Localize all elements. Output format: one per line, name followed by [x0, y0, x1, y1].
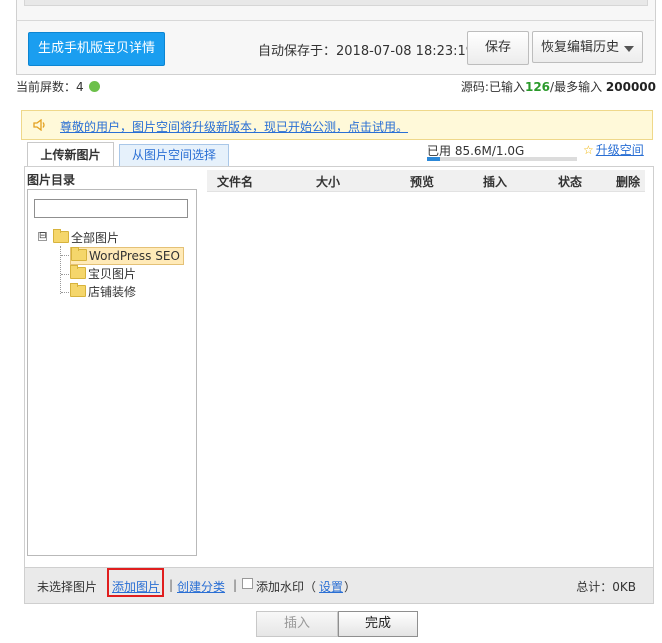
column-preview: 预览	[410, 175, 435, 189]
directory-title: 图片目录	[27, 173, 76, 187]
column-delete: 删除	[616, 175, 641, 189]
tree-item-all-images[interactable]: 全部图片	[53, 229, 120, 246]
done-button[interactable]: 完成	[338, 611, 418, 637]
editor-scroll-strip	[24, 0, 648, 6]
check-circle-icon	[89, 81, 101, 92]
source-mid: /最多输入	[550, 80, 606, 94]
tab-upload-new[interactable]: 上传新图片	[27, 142, 114, 167]
column-insert: 插入	[483, 175, 508, 189]
storage-usage-bar	[427, 157, 577, 161]
tree-connector	[61, 255, 69, 257]
speaker-icon	[33, 119, 45, 131]
screen-count-value: 4	[76, 80, 84, 94]
tree-connector	[61, 292, 69, 294]
folder-icon	[53, 229, 69, 243]
separator: |	[233, 578, 238, 592]
folder-icon	[71, 247, 87, 261]
tree-item-label: WordPress SEO	[89, 249, 180, 263]
editor-divider	[16, 20, 654, 21]
total-size: 总计：0KB	[576, 580, 636, 594]
screen-count: 当前屏数：4	[16, 78, 101, 95]
star-icon: ☆	[583, 143, 594, 157]
tree-connector	[61, 274, 69, 276]
column-status: 状态	[558, 175, 583, 189]
autosave-status: 自动保存于：2018-07-08 18:23:19	[258, 44, 475, 59]
tree-item-label: 全部图片	[71, 231, 120, 245]
source-prefix: 源码:已输入	[460, 80, 525, 94]
save-button[interactable]: 保存	[467, 31, 529, 65]
tree-item-wordpress-seo[interactable]: WordPress SEO	[70, 247, 184, 265]
directory-search-input[interactable]	[34, 199, 188, 218]
restore-history-label: 恢复编辑历史	[541, 40, 620, 55]
add-image-link[interactable]: 添加图片	[112, 578, 160, 595]
generate-mobile-detail-button[interactable]: 生成手机版宝贝详情	[28, 32, 165, 66]
tree-collapse-toggle[interactable]: ⊟	[38, 232, 47, 241]
watermark-paren: ）	[344, 580, 357, 594]
tree-item-label: 宝贝图片	[88, 267, 137, 281]
folder-icon	[70, 265, 86, 279]
insert-button[interactable]: 插入	[256, 611, 338, 637]
column-size: 大小	[316, 175, 341, 189]
notice-link[interactable]: 尊敬的用户，图片空间将升级新版本，现已开始公测，点击试用。	[60, 118, 408, 135]
restore-history-dropdown[interactable]: 恢复编辑历史	[532, 31, 643, 63]
screen-count-label: 当前屏数：	[16, 80, 77, 94]
tab-from-space[interactable]: 从图片空间选择	[119, 144, 229, 166]
tree-item-product-images[interactable]: 宝贝图片	[70, 265, 137, 282]
watermark-settings-link[interactable]: 设置	[319, 578, 343, 595]
watermark-checkbox[interactable]	[242, 578, 253, 589]
source-entered: 126	[524, 80, 551, 94]
separator: |	[169, 578, 174, 592]
upgrade-space-label: 升级空间	[595, 143, 644, 157]
tree-item-label: 店铺装修	[88, 285, 137, 299]
storage-usage-fill	[427, 157, 440, 161]
tree-connector	[60, 246, 62, 294]
create-category-link[interactable]: 创建分类	[177, 578, 225, 595]
selection-status: 未选择图片	[37, 580, 98, 594]
upgrade-space-link[interactable]: ☆ 升级空间	[583, 141, 644, 158]
file-table-header: 文件名 大小 预览 插入 状态 删除	[207, 170, 645, 192]
tree-item-store-decoration[interactable]: 店铺装修	[70, 283, 137, 300]
watermark-label: 添加水印（	[256, 580, 317, 594]
chevron-down-icon	[624, 46, 634, 52]
source-count: 源码:已输入126/最多输入 200000	[461, 78, 656, 95]
source-max: 200000	[605, 80, 656, 94]
column-filename: 文件名	[217, 175, 254, 189]
folder-icon	[70, 283, 86, 297]
notice-banner: 尊敬的用户，图片空间将升级新版本，现已开始公测，点击试用。	[21, 110, 653, 140]
